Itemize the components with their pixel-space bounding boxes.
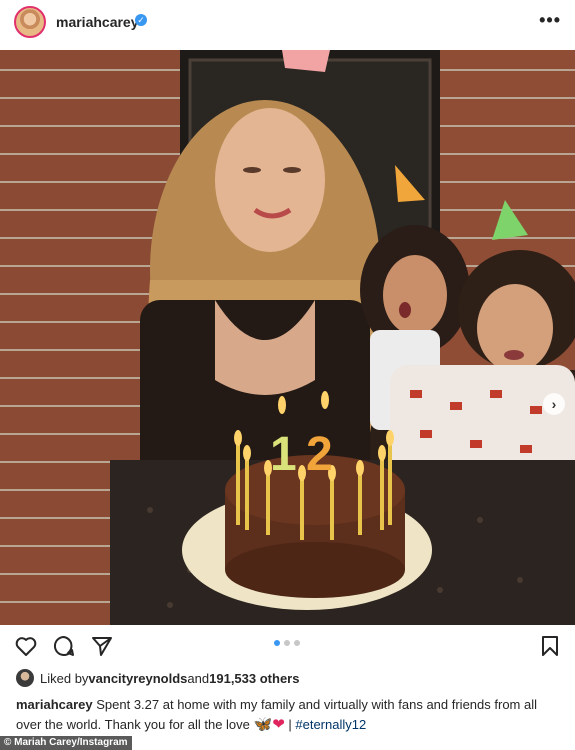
carousel-dot (294, 640, 300, 646)
heart-icon[interactable] (14, 634, 38, 658)
carousel-indicator (274, 640, 300, 646)
carousel-dot-active (274, 640, 280, 646)
likes-middle: and (187, 670, 210, 686)
likes-prefix: Liked by (40, 670, 89, 686)
post-header: mariahcarey ✓ ••• (0, 0, 575, 44)
bookmark-icon[interactable] (538, 634, 562, 658)
likes-summary: Liked by vancityreynolds and 191,533 oth… (16, 668, 299, 688)
comment-icon[interactable] (52, 634, 76, 658)
photo-illustration: 1 2 (0, 50, 575, 625)
post-photo[interactable]: 1 2 › (0, 50, 575, 625)
likes-count[interactable]: 191,533 others (209, 671, 299, 686)
butterfly-icon: 🦋 (253, 716, 273, 733)
hashtag-link[interactable]: #eternally12 (295, 717, 366, 732)
caption-separator: | (284, 717, 296, 732)
number-one-candle: 1 (270, 428, 297, 481)
liker-avatar[interactable] (16, 669, 34, 687)
profile-avatar[interactable] (14, 6, 46, 38)
post-username[interactable]: mariahcarey (56, 14, 139, 30)
caption-username[interactable]: mariahcarey (16, 697, 93, 712)
verified-badge-icon: ✓ (135, 14, 147, 26)
more-options-button[interactable]: ••• (539, 10, 561, 31)
carousel-next-button[interactable]: › (543, 393, 565, 415)
send-icon[interactable] (90, 634, 114, 658)
photo-credit: © Mariah Carey/Instagram (0, 736, 132, 750)
post-caption: mariahcarey Spent 3.27 at home with my f… (16, 695, 561, 735)
heart-emoji-icon: ❤ (272, 716, 285, 733)
number-two-candle: 2 (306, 428, 333, 481)
carousel-dot (284, 640, 290, 646)
liker-username[interactable]: vancityreynolds (88, 671, 187, 686)
